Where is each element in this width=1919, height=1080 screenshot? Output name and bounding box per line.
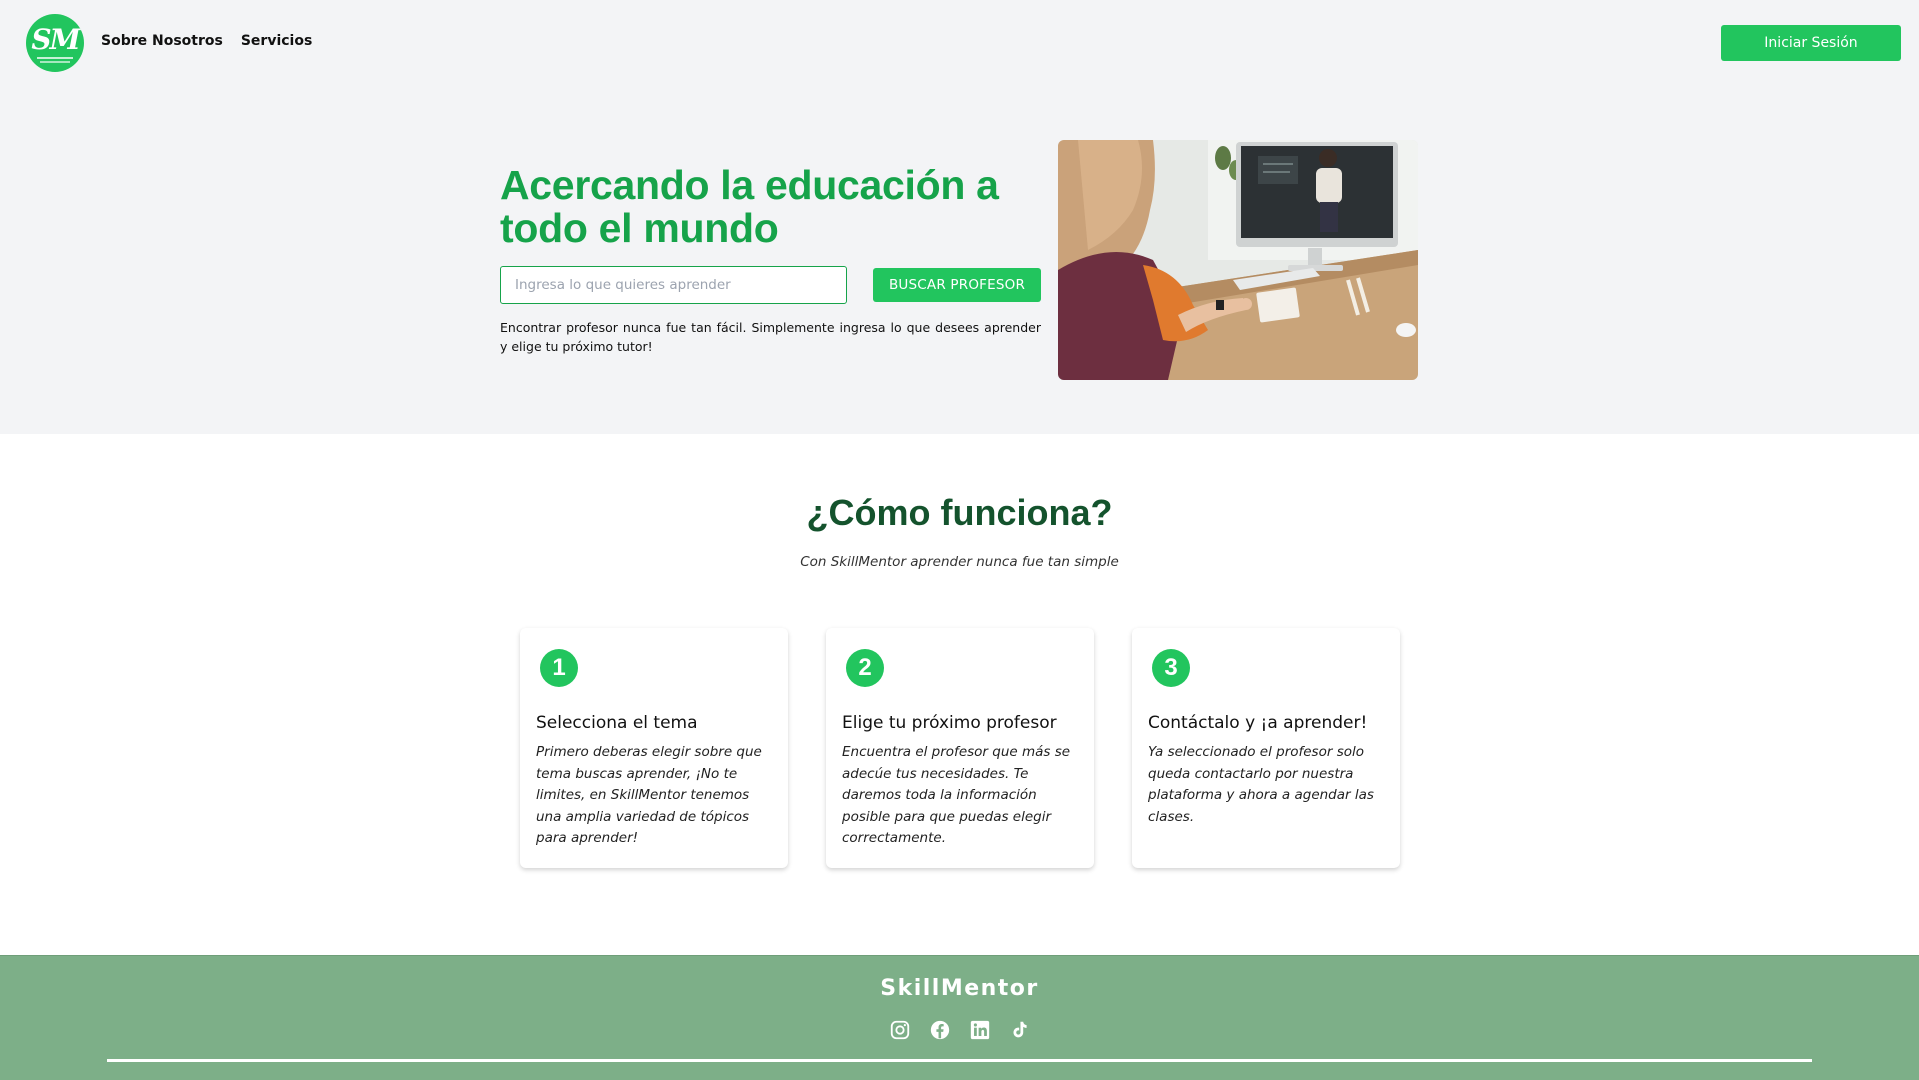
nav-links: Sobre Nosotros Servicios <box>101 33 312 49</box>
nav-link-servicios[interactable]: Servicios <box>241 33 312 49</box>
hero-image <box>1058 140 1418 380</box>
logo-tagline-line <box>37 56 73 59</box>
step-card-3: 3 Contáctalo y ¡a aprender! Ya seleccion… <box>1132 628 1400 868</box>
footer: SkillMentor <box>0 955 1919 1080</box>
logo[interactable]: SM <box>26 14 84 72</box>
search-input[interactable] <box>500 266 847 304</box>
instagram-icon[interactable] <box>889 1019 911 1041</box>
logo-text: SM <box>31 22 80 56</box>
navbar: SM Sobre Nosotros Servicios Iniciar Sesi… <box>0 0 1919 86</box>
how-it-works-title: ¿Cómo funciona? <box>806 492 1113 533</box>
social-links <box>0 1019 1919 1041</box>
step-title: Selecciona el tema <box>536 713 698 733</box>
how-it-works-subtitle: Con SkillMentor aprender nunca fue tan s… <box>800 554 1119 570</box>
step-number-badge: 2 <box>846 649 884 687</box>
hero-title: Acercando la educación a todo el mundo <box>500 162 999 251</box>
step-card-1: 1 Selecciona el tema Primero deberas ele… <box>520 628 788 868</box>
hero-description: Encontrar profesor nunca fue tan fácil. … <box>500 320 1041 354</box>
step-text: Ya seleccionado el profesor solo queda c… <box>1148 744 1374 825</box>
footer-brand: SkillMentor <box>880 976 1039 1001</box>
step-number-badge: 1 <box>540 649 578 687</box>
hero-section: SM Sobre Nosotros Servicios Iniciar Sesi… <box>0 0 1919 434</box>
step-text: Encuentra el profesor que más se adecúe … <box>842 744 1071 847</box>
tiktok-icon[interactable] <box>1009 1019 1031 1041</box>
search-button[interactable]: BUSCAR PROFESOR <box>873 268 1041 302</box>
footer-divider <box>107 1059 1812 1062</box>
step-card-2: 2 Elige tu próximo profesor Encuentra el… <box>826 628 1094 868</box>
step-number-badge: 3 <box>1152 649 1190 687</box>
step-title: Elige tu próximo profesor <box>842 713 1057 733</box>
facebook-icon[interactable] <box>929 1019 951 1041</box>
step-text: Primero deberas elegir sobre que tema bu… <box>536 744 762 847</box>
linkedin-icon[interactable] <box>969 1019 991 1041</box>
logo-tagline-line <box>40 60 70 63</box>
login-button[interactable]: Iniciar Sesión <box>1721 25 1901 61</box>
nav-link-sobre-nosotros[interactable]: Sobre Nosotros <box>101 33 223 49</box>
page: SM Sobre Nosotros Servicios Iniciar Sesi… <box>0 0 1919 1080</box>
step-title: Contáctalo y ¡a aprender! <box>1148 713 1368 733</box>
hero-photo-illustration <box>1058 140 1418 380</box>
